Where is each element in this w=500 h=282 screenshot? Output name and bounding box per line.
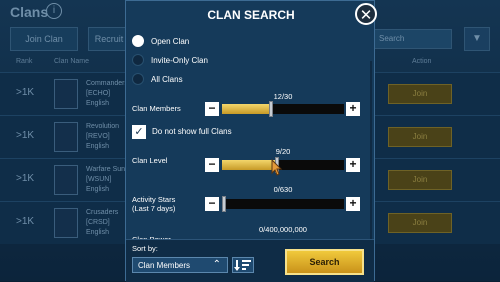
bg-join-button: Join [388,213,452,233]
radio-all-clans[interactable]: All Clans [132,72,183,86]
sort-order-button[interactable] [232,257,254,273]
filter-icon: ▼ [464,27,490,51]
clan-emblem-icon [54,208,78,238]
slider-fill [222,104,271,114]
clan-level-value: 9/20 [275,147,291,156]
activity-stars-value: 0/630 [273,185,293,194]
clan-members-plus-button[interactable]: + [346,102,360,116]
clan-members-minus-button[interactable]: − [205,102,219,116]
crossed-swords-emblem-icon [54,165,78,195]
bg-join-button: Join [388,127,452,147]
radio-unselected-icon[interactable] [132,73,144,85]
clan-search-dialog: CLAN SEARCH ✕ Open Clan Invite-Only Clan… [125,0,377,282]
bg-row-rank: >1K [16,87,35,98]
bg-row-name: Revolution [REVO] English [86,123,120,150]
radio-invite-only-clan[interactable]: Invite-Only Clan [132,53,208,67]
bg-join-clan-tab: Join Clan [10,27,78,51]
clan-emblem-icon [54,122,78,152]
bg-header-rank: Rank [16,58,33,65]
chevron-up-icon: ⌃ [212,259,221,270]
bg-header-clan-name: Clan Name [54,58,90,65]
radio-open-clan[interactable]: Open Clan [132,34,189,48]
radio-label: Invite-Only Clan [151,55,208,65]
sort-by-label: Sort by: [132,244,158,253]
pointer-cursor-icon [271,159,283,176]
bg-page-title: Clans [10,4,49,20]
bg-join-button: Join [388,170,452,190]
bg-row-name: Commanders [ECHO] English [86,80,129,107]
dialog-footer: Sort by: Clan Members ⌃ Search [126,239,374,282]
activity-stars-minus-button[interactable]: − [205,197,219,211]
info-icon: i [46,3,62,19]
bg-search-input: Search [374,29,452,49]
clan-members-value: 12/30 [273,92,293,101]
clan-emblem-icon [54,79,78,109]
close-button[interactable]: ✕ [355,3,377,25]
activity-stars-label: Activity Stars (Last 7 days) [132,195,176,213]
bg-recruit-tab: Recruit [88,27,130,51]
radio-label: All Clans [151,74,183,84]
sort-by-value: Clan Members [138,261,191,270]
search-button[interactable]: Search [285,249,364,275]
bg-header-action: Action [412,58,432,65]
bg-row-name: Warfare Sun [WSUN] English [86,166,126,193]
hide-full-clans-label: Do not show full Clans [152,127,232,136]
radio-label: Open Clan [151,36,190,46]
clan-members-label: Clan Members [132,104,181,113]
slider-thumb[interactable] [269,101,273,117]
bg-row-name: Crusaders [CRSD] English [86,209,119,236]
radio-unselected-icon[interactable] [132,54,144,66]
radio-selected-icon[interactable] [132,35,144,47]
hide-full-clans-checkbox[interactable]: ✓ [132,125,146,139]
clan-members-slider[interactable] [222,101,344,117]
sort-by-dropdown[interactable]: Clan Members ⌃ [132,257,228,273]
bg-join-button: Join [388,84,452,104]
clan-level-label: Clan Level [132,156,168,165]
clan-power-value: 0/400,000,000 [259,225,307,234]
bg-row-rank: >1K [16,216,35,227]
dialog-title: CLAN SEARCH [207,8,295,22]
clan-level-minus-button[interactable]: − [205,158,219,172]
slider-thumb[interactable] [222,196,226,212]
activity-stars-plus-button[interactable]: + [346,197,360,211]
bg-row-rank: >1K [16,130,35,141]
clan-level-slider[interactable] [222,157,344,173]
activity-stars-slider[interactable] [222,196,344,212]
scrollbar[interactable] [370,61,372,241]
clan-level-plus-button[interactable]: + [346,158,360,172]
bg-row-rank: >1K [16,173,35,184]
sort-descending-icon [234,260,251,271]
